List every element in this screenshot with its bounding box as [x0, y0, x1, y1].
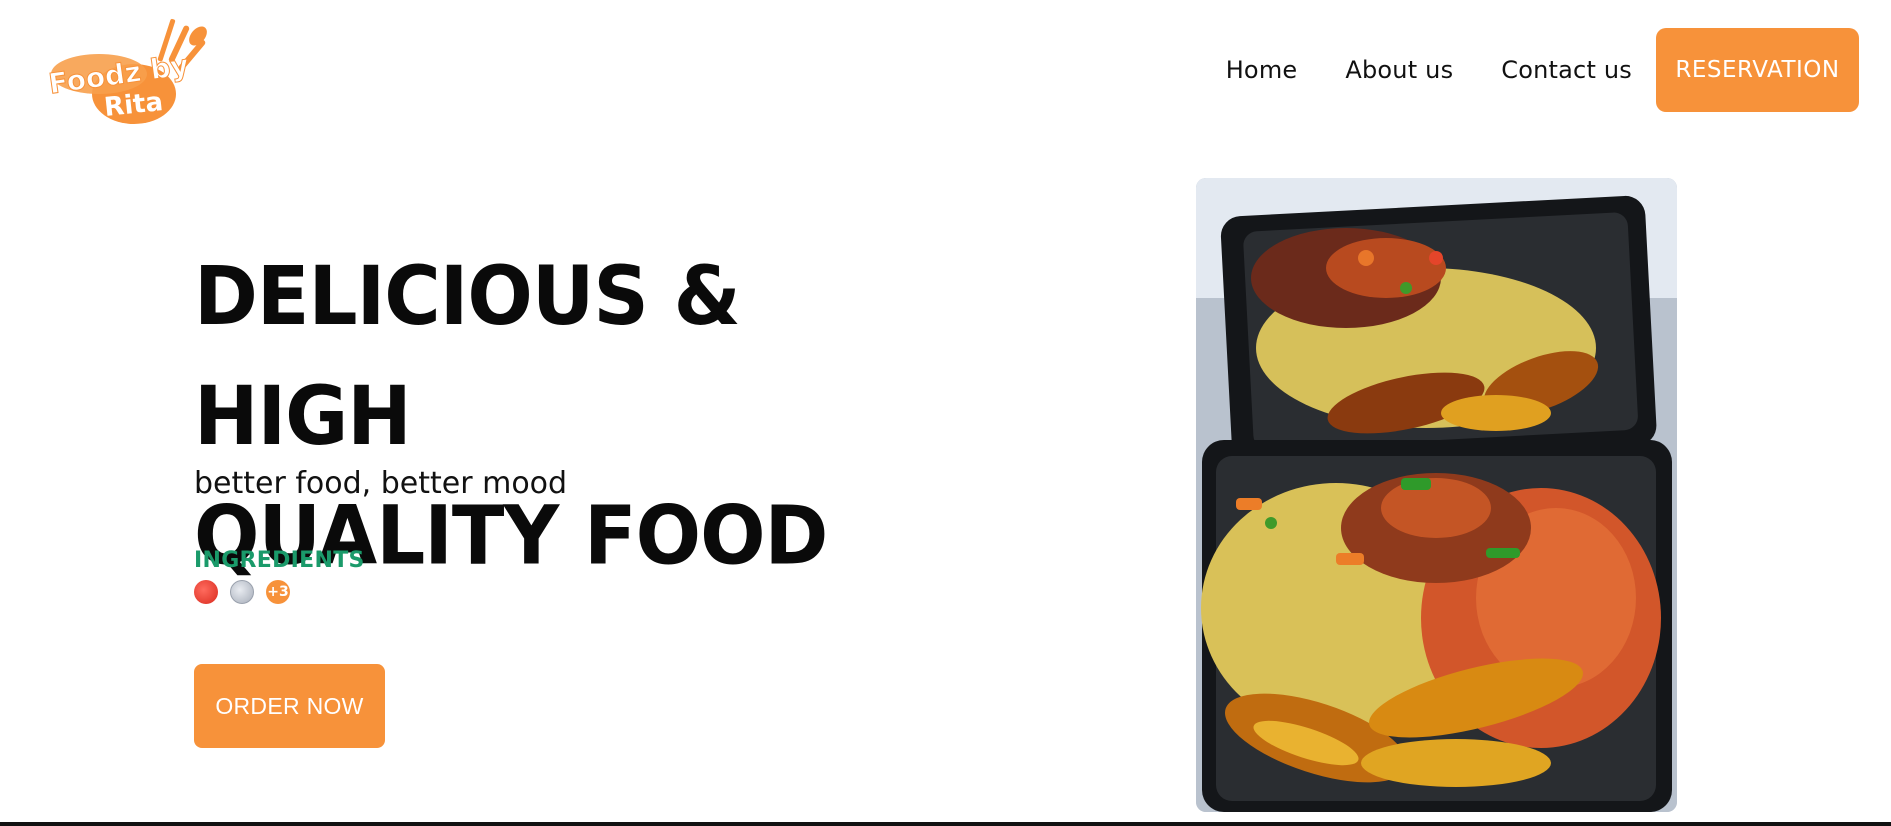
- hero-title-line1: Delicious & HIGH: [194, 250, 741, 464]
- more-ingredients-badge[interactable]: +3: [266, 580, 290, 604]
- nav-link-home[interactable]: Home: [1226, 56, 1298, 84]
- hero-title: Delicious & HIGH quality food: [194, 238, 954, 597]
- main-nav: Home About us Contact us RESERVATION: [1226, 28, 1859, 112]
- nav-link-contact[interactable]: Contact us: [1501, 56, 1632, 84]
- page-bottom-divider: [0, 822, 1891, 826]
- landing-page: Foodz by Rita Home About us Contact us R…: [0, 0, 1891, 826]
- order-now-button[interactable]: ORDER NOW: [194, 664, 385, 748]
- brand-logo[interactable]: Foodz by Rita: [44, 14, 214, 126]
- food-photo: [1196, 178, 1677, 812]
- ingredients-label: INGREDIENTS: [194, 548, 365, 573]
- nav-link-about[interactable]: About us: [1345, 56, 1453, 84]
- logo-text-line2: Rita: [103, 87, 165, 123]
- onion-icon: [230, 580, 254, 604]
- reservation-button[interactable]: RESERVATION: [1656, 28, 1859, 112]
- tomato-icon: [194, 580, 218, 604]
- hero-subtitle: better food, better mood: [194, 466, 568, 501]
- ingredients-list: +3: [194, 580, 290, 604]
